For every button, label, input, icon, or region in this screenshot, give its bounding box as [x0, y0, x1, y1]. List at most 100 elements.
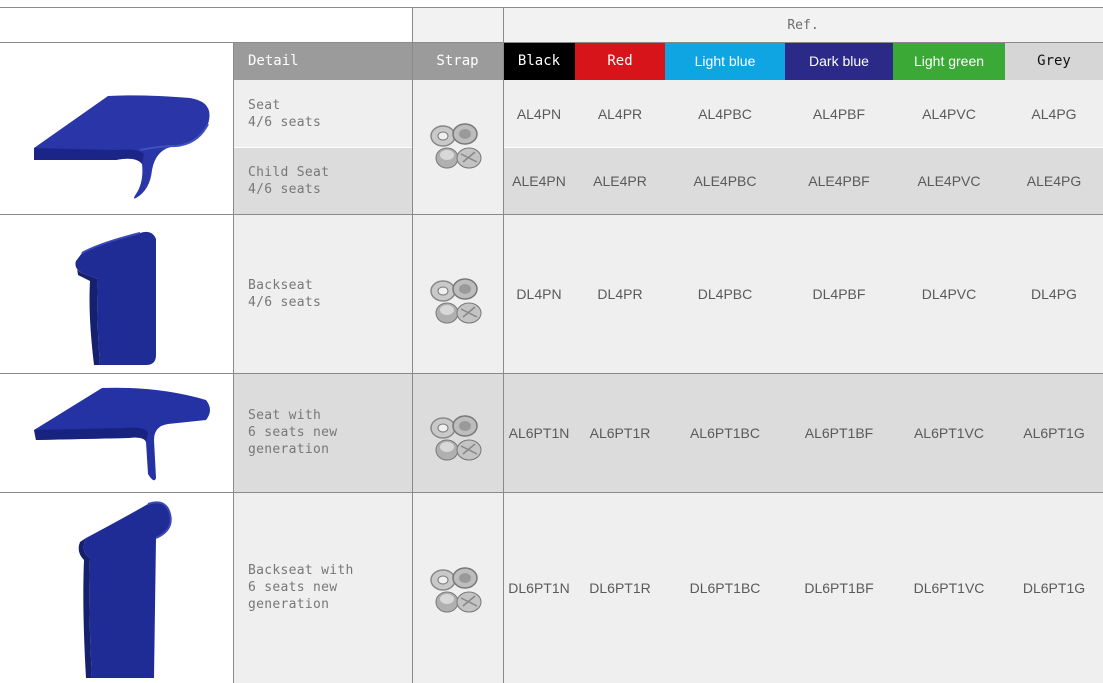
color-header-light-green: Light green	[893, 42, 1005, 80]
color-header-grey: Grey	[1005, 42, 1103, 80]
detail-cell: Seat with 6 seats new generation	[233, 373, 412, 492]
ref-code: AL6PT1BF	[804, 424, 874, 441]
ref-code: AL6PT1G	[1023, 424, 1085, 441]
snap-fastener-icon	[430, 415, 482, 461]
ref-code: DL6PT1VC	[913, 579, 985, 596]
ref-code-cell: AL4PR	[575, 80, 665, 147]
ref-code: ALE4PBC	[693, 172, 757, 189]
ref-code-cell: DL6PT1VC	[893, 492, 1005, 683]
ref-code-cell: AL4PBF	[785, 80, 893, 147]
ref-code: DL4PVC	[921, 285, 977, 302]
ref-code-cell: DL4PBF	[785, 214, 893, 373]
grid-line	[0, 492, 1103, 493]
snap-fastener-icon	[430, 567, 482, 613]
ref-code: DL4PG	[1031, 285, 1077, 302]
grid-line	[0, 7, 1103, 8]
grid-line	[503, 7, 504, 683]
ref-code: AL4PN	[516, 105, 562, 122]
detail-text: Child Seat 4/6 seats	[248, 164, 330, 197]
snap-fastener-icon	[430, 278, 482, 324]
ref-code-cell: AL4PVC	[893, 80, 1005, 147]
ref-code-cell: AL4PG	[1005, 80, 1103, 147]
backseat-product-image	[75, 231, 156, 365]
ref-header-blank-left	[0, 8, 412, 42]
color-header-label: Dark blue	[809, 53, 869, 69]
color-header-label: Black	[517, 53, 561, 69]
ref-code: AL6PT1VC	[913, 424, 985, 441]
ref-code-cell: DL6PT1N	[503, 492, 575, 683]
ref-code: AL4PBC	[698, 105, 752, 122]
ref-code-cell: DL6PT1BF	[785, 492, 893, 683]
seat-new-generation-product-image	[34, 387, 210, 481]
color-header-red: Red	[575, 42, 665, 80]
ref-code: ALE4PVC	[917, 172, 981, 189]
detail-text: Backseat with 6 seats new generation	[248, 563, 354, 612]
color-header-black: Black	[503, 42, 575, 80]
ref-code-cell: DL6PT1BC	[665, 492, 785, 683]
ref-code-cell: AL6PT1N	[503, 373, 575, 492]
ref-code-cell: ALE4PG	[1005, 147, 1103, 214]
ref-code: DL6PT1G	[1022, 579, 1086, 596]
ref-code-cell: ALE4PVC	[893, 147, 1005, 214]
strap-header-label: Strap	[436, 53, 479, 69]
grid-line	[0, 373, 1103, 374]
ref-code-cell: AL4PN	[503, 80, 575, 147]
ref-code-cell: ALE4PBC	[665, 147, 785, 214]
ref-code: AL4PBF	[812, 105, 866, 122]
ref-code-cell: AL4PBC	[665, 80, 785, 147]
ref-code: ALE4PG	[1026, 172, 1082, 189]
detail-text: Seat with 6 seats new generation	[248, 408, 338, 457]
grid-line	[0, 214, 1103, 215]
grid-line	[0, 42, 1103, 43]
ref-code-cell: DL6PT1G	[1005, 492, 1103, 683]
color-header-light-blue: Light blue	[665, 42, 785, 80]
ref-code-cell: DL4PBC	[665, 214, 785, 373]
grid-line	[233, 147, 412, 148]
ref-code: AL4PVC	[922, 105, 976, 122]
ref-code: DL4PN	[516, 285, 562, 302]
backseat-new-generation-product-image	[78, 501, 172, 678]
ref-header: Ref.	[503, 8, 1103, 42]
seat-product-image	[34, 95, 210, 199]
ref-code-cell: AL6PT1BC	[665, 373, 785, 492]
detail-text: Backseat 4/6 seats	[248, 277, 322, 310]
ref-code-cell: AL6PT1G	[1005, 373, 1103, 492]
ref-code: ALE4PN	[512, 172, 566, 189]
ref-code: DL6PT1R	[589, 579, 651, 596]
ref-code-cell: DL4PG	[1005, 214, 1103, 373]
ref-code-cell: AL6PT1BF	[785, 373, 893, 492]
ref-header-label: Ref.	[787, 17, 819, 33]
color-header-label: Light blue	[694, 53, 756, 69]
ref-code-cell: AL6PT1VC	[893, 373, 1005, 492]
ref-code: DL6PT1BF	[804, 579, 874, 596]
color-header-label: Grey	[1037, 53, 1071, 69]
snap-fastener-icon	[430, 123, 482, 169]
ref-code: DL4PBF	[812, 285, 866, 302]
ref-code-cell: DL4PN	[503, 214, 575, 373]
ref-code: DL6PT1BC	[689, 579, 761, 596]
ref-code: ALE4PBF	[808, 172, 870, 189]
grid-line	[503, 147, 1103, 148]
ref-code: AL6PT1N	[508, 424, 570, 441]
image-column-header	[0, 42, 233, 80]
ref-code-cell: DL4PVC	[893, 214, 1005, 373]
detail-header-label: Detail	[248, 53, 299, 69]
ref-code: AL6PT1R	[589, 424, 651, 441]
strap-column-header: Strap	[412, 42, 503, 80]
ref-code: AL6PT1BC	[689, 424, 761, 441]
ref-code: DL6PT1N	[508, 579, 570, 596]
grid-line	[412, 7, 413, 683]
ref-code: AL4PR	[597, 105, 643, 122]
ref-code-cell: ALE4PR	[575, 147, 665, 214]
ref-code-cell: ALE4PN	[503, 147, 575, 214]
color-header-dark-blue: Dark blue	[785, 42, 893, 80]
color-header-label: Red	[607, 53, 633, 69]
ref-code: DL4PR	[597, 285, 643, 302]
ref-code-cell: DL4PR	[575, 214, 665, 373]
detail-text: Seat 4/6 seats	[248, 97, 322, 130]
detail-cell: Child Seat 4/6 seats	[233, 147, 412, 214]
detail-column-header: Detail	[233, 42, 412, 80]
ref-code: AL4PG	[1031, 105, 1077, 122]
ref-code: ALE4PR	[593, 172, 647, 189]
grid-line	[233, 42, 234, 683]
